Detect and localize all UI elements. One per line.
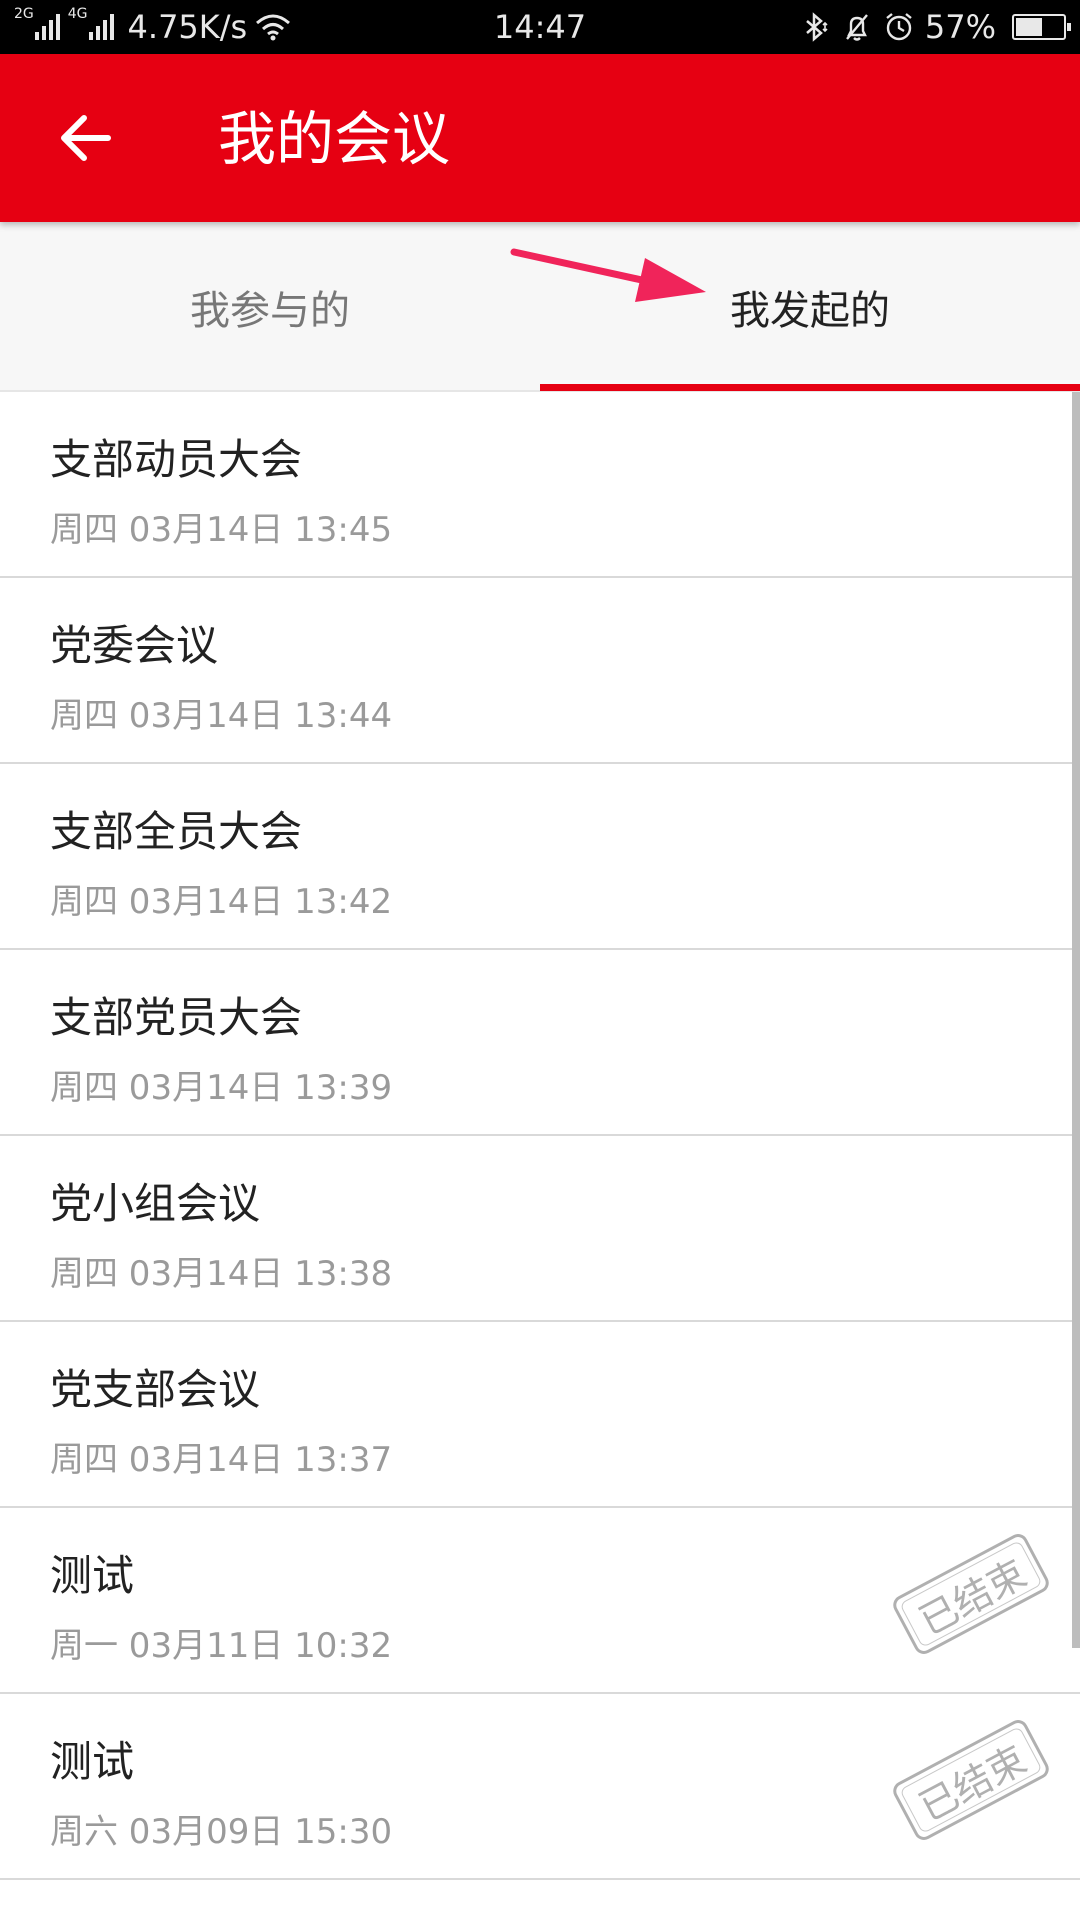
app-bar: 我的会议 [0, 54, 1080, 222]
meeting-title: 支部党员大会 [50, 993, 303, 1042]
tab-label: 我参与的 [190, 288, 350, 334]
alarm-icon [886, 13, 912, 41]
meeting-time: 周四 03月14日 13:45 [50, 510, 393, 550]
list-item[interactable]: 党委会议 周四 03月14日 13:44 [0, 578, 1080, 764]
meeting-time: 周四 03月14日 13:38 [50, 1254, 393, 1294]
list-item[interactable]: 支部动员大会 周四 03月14日 13:45 [0, 392, 1080, 578]
meeting-title: 测试 [50, 1737, 135, 1786]
tab-selected-indicator [540, 384, 1080, 391]
meeting-title: 党委会议 [50, 621, 219, 670]
meeting-title: 测试 [50, 1551, 135, 1600]
ended-stamp: 已结束 [889, 1530, 1053, 1658]
tab-participated[interactable]: 我参与的 [0, 222, 540, 392]
ended-stamp: 已结束 [889, 1716, 1053, 1844]
page-title: 我的会议 [218, 105, 451, 173]
meeting-time: 周六 03月09日 15:30 [50, 1812, 393, 1852]
battery-percent: 57% [924, 8, 996, 46]
back-button[interactable] [48, 100, 124, 176]
list-item[interactable]: 党小组会议 周四 03月14日 13:38 [0, 1136, 1080, 1322]
list-item[interactable]: 党支部会议 周四 03月14日 13:37 [0, 1322, 1080, 1508]
battery-icon [1012, 14, 1071, 40]
annotation-arrow-icon [510, 248, 706, 302]
back-arrow-icon [61, 115, 111, 161]
meeting-title: 支部全员大会 [50, 807, 303, 856]
bluetooth-icon [806, 12, 828, 42]
meeting-time: 周一 03月11日 10:32 [50, 1626, 393, 1666]
meeting-time: 周四 03月14日 13:37 [50, 1440, 393, 1480]
meeting-title: 党支部会议 [50, 1365, 261, 1414]
list-item[interactable]: 测试 周六 03月09日 15:30 已结束 [0, 1694, 1080, 1880]
list-item[interactable]: 测试 周一 03月11日 10:32 已结束 [0, 1508, 1080, 1694]
meeting-time: 周四 03月14日 13:39 [50, 1068, 393, 1108]
notification-muted-icon [845, 14, 868, 41]
list-item[interactable]: 支部党员大会 周四 03月14日 13:39 [0, 950, 1080, 1136]
meeting-list: 支部动员大会 周四 03月14日 13:45 党委会议 周四 03月14日 13… [0, 392, 1080, 1880]
scrollbar[interactable] [1072, 392, 1080, 1648]
status-bar: 2G 4G 4.75K/s 14:47 57% [0, 0, 1080, 54]
meeting-time: 周四 03月14日 13:42 [50, 882, 393, 922]
meeting-time: 周四 03月14日 13:44 [50, 696, 393, 736]
list-item[interactable]: 支部全员大会 周四 03月14日 13:42 [0, 764, 1080, 950]
tab-label: 我发起的 [730, 288, 890, 334]
meeting-title: 支部动员大会 [50, 435, 303, 484]
meeting-title: 党小组会议 [50, 1179, 261, 1228]
